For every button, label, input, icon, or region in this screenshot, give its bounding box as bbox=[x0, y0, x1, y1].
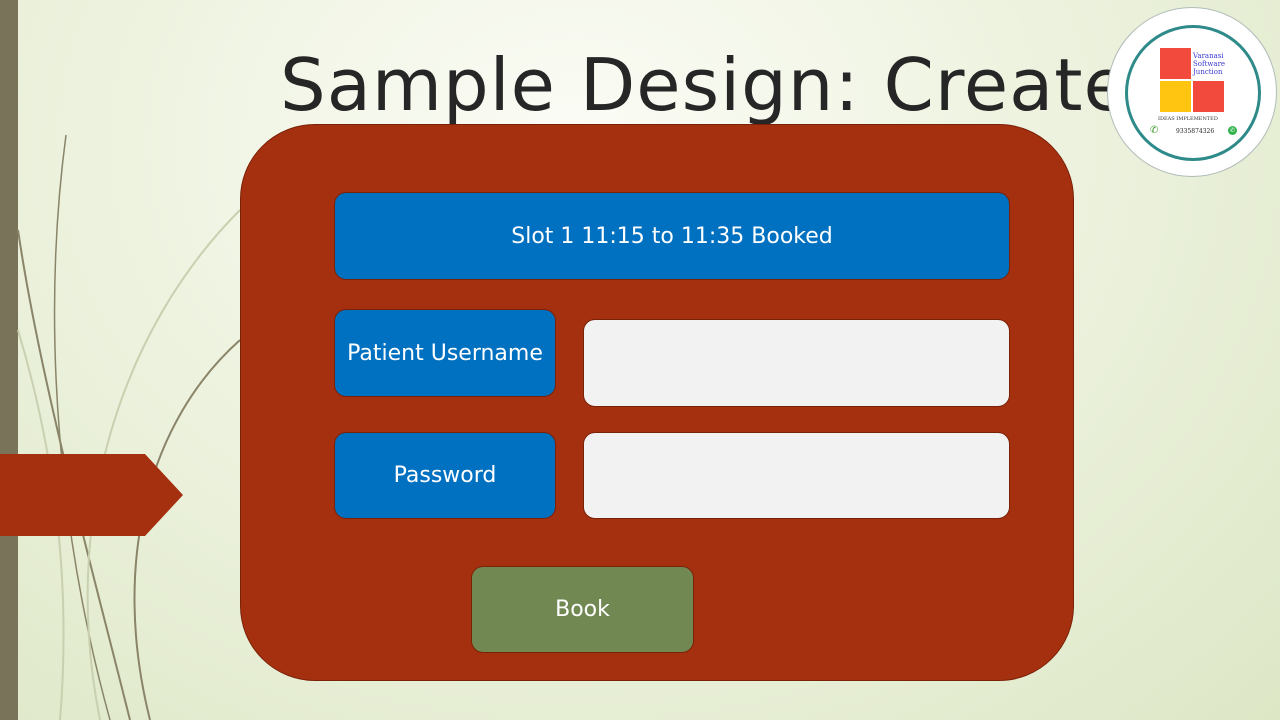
company-logo: Varanasi Software Junction IDEAS IMPLEME… bbox=[1107, 7, 1277, 177]
decorative-arrow-tab bbox=[0, 454, 183, 536]
slot-status-banner[interactable]: Slot 1 11:15 to 11:35 Booked bbox=[334, 192, 1010, 280]
logo-name: Varanasi Software Junction bbox=[1193, 52, 1253, 76]
logo-square-red-bottom bbox=[1193, 81, 1224, 112]
whatsapp-icon: ✆ bbox=[1228, 126, 1237, 135]
logo-name-line3: Junction bbox=[1193, 68, 1223, 76]
password-label: Password bbox=[334, 432, 556, 519]
book-button[interactable]: Book bbox=[471, 566, 694, 653]
logo-square-red-top bbox=[1160, 48, 1191, 79]
phone-icon: ✆ bbox=[1150, 125, 1159, 136]
patient-username-label: Patient Username bbox=[334, 309, 556, 397]
logo-tagline: IDEAS IMPLEMENTED bbox=[1158, 116, 1218, 122]
slide-title: Sample Design: Create bbox=[280, 43, 1129, 127]
logo-square-yellow bbox=[1160, 81, 1191, 112]
logo-name-line1: Varanasi bbox=[1193, 52, 1224, 60]
logo-name-line2: Software bbox=[1193, 60, 1226, 68]
logo-phone-number: 9335874326 bbox=[1176, 128, 1215, 135]
patient-username-input[interactable] bbox=[583, 319, 1010, 407]
password-input[interactable] bbox=[583, 432, 1010, 519]
